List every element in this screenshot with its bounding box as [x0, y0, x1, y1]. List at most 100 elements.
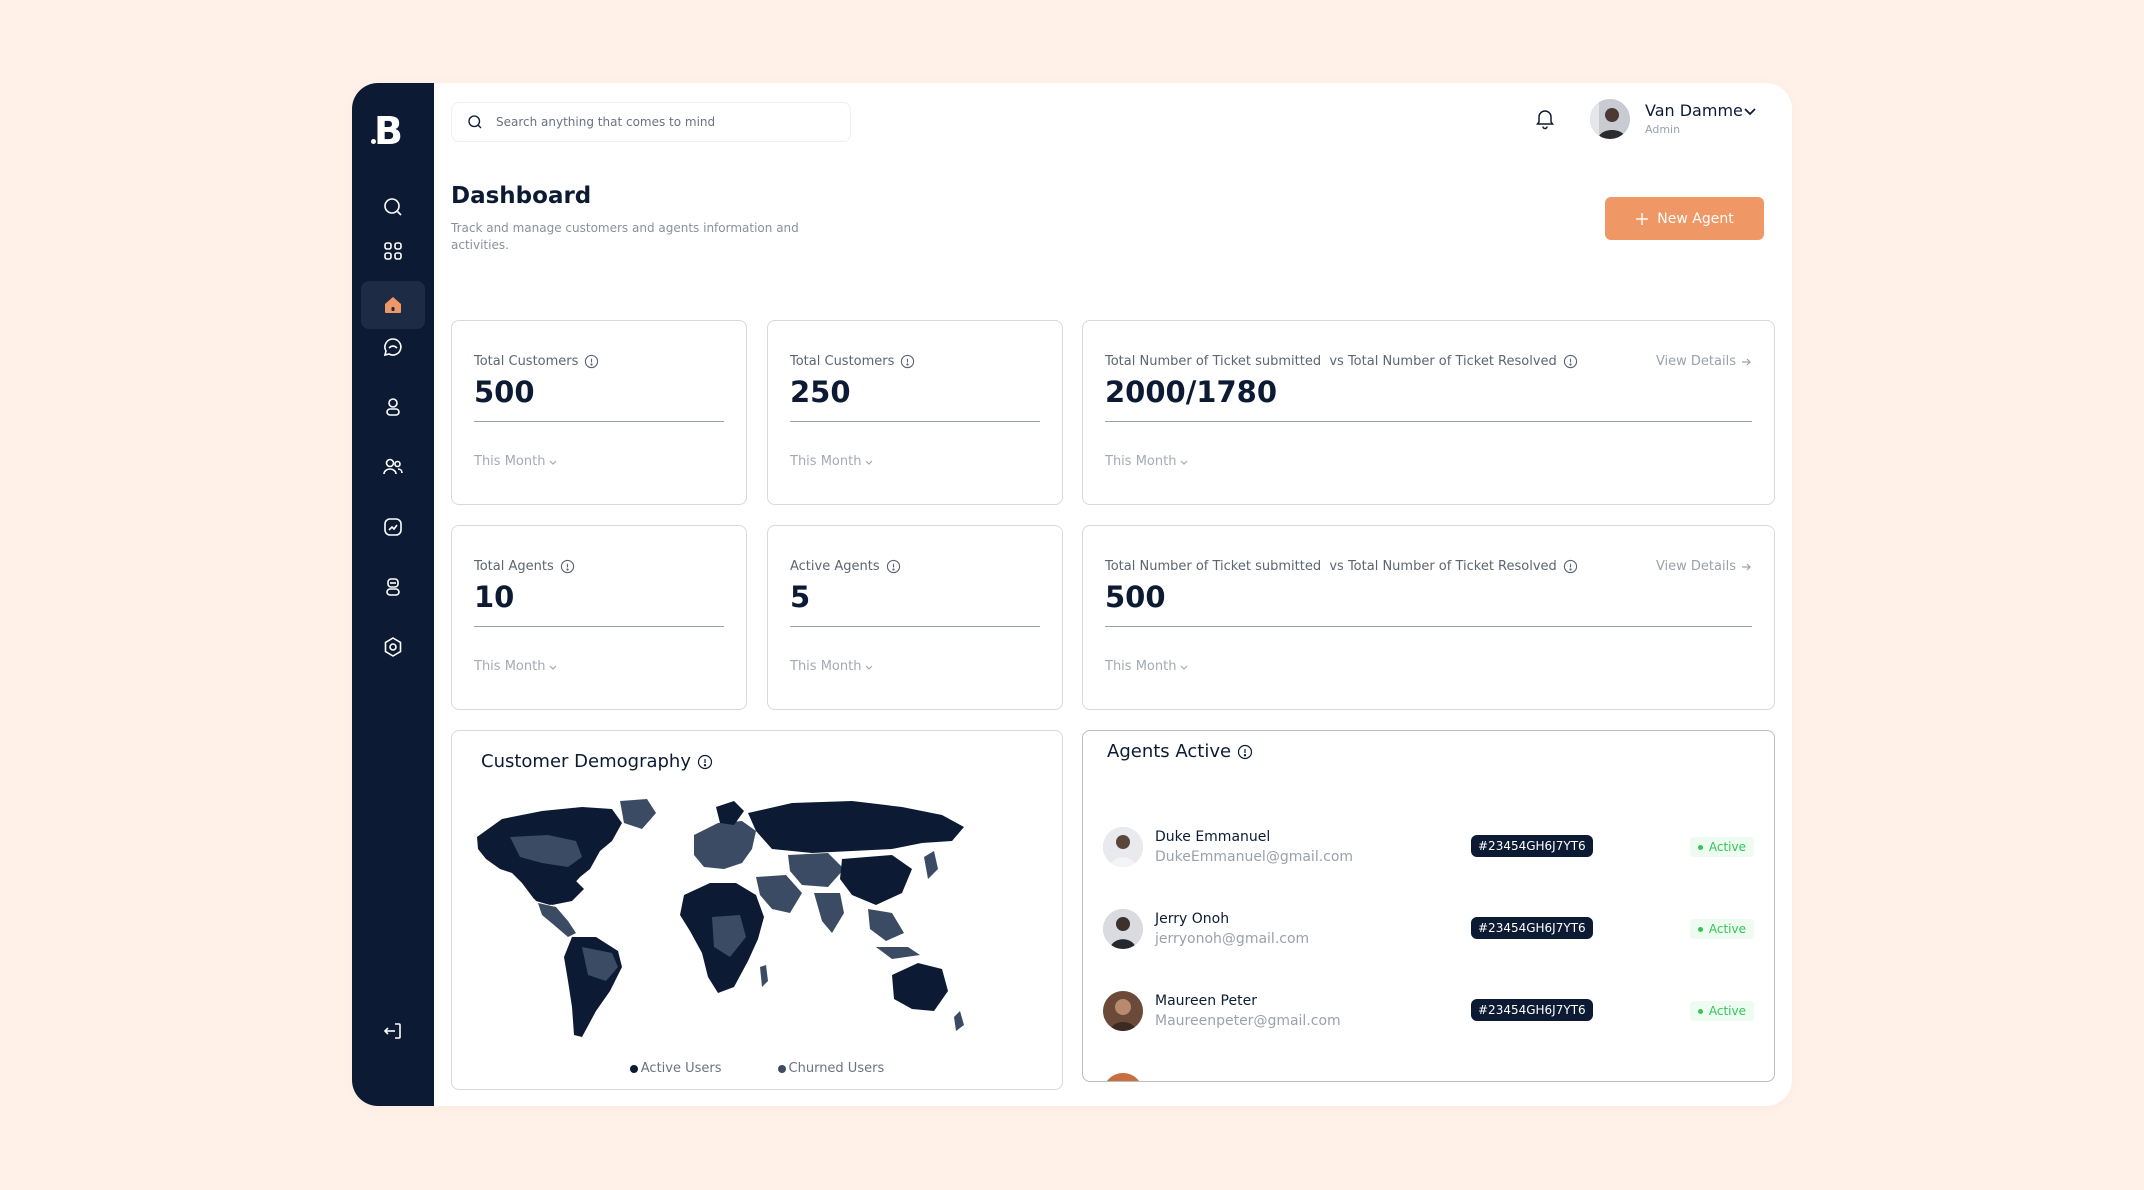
- map-region-middle-east[interactable]: [756, 875, 802, 913]
- stat-value: 2000/1780: [1105, 375, 1278, 409]
- user-avatar[interactable]: [1590, 99, 1630, 139]
- agent-row-partial[interactable]: [1103, 1067, 1754, 1081]
- legend-item-churned[interactable]: Churned Users: [777, 1061, 884, 1076]
- sidebar-item-customer[interactable]: [361, 383, 425, 431]
- period-dropdown[interactable]: This Month: [790, 454, 874, 469]
- avatar-photo-icon: [1103, 827, 1143, 867]
- legend-label: Active Users: [640, 1061, 722, 1076]
- stat-value: 500: [474, 375, 535, 409]
- sidebar-item-search[interactable]: [361, 183, 425, 231]
- sidebar-item-home[interactable]: [361, 281, 425, 329]
- info-icon[interactable]: [900, 354, 915, 369]
- agent-name: Duke Emmanuel: [1155, 829, 1271, 845]
- info-icon[interactable]: [560, 559, 575, 574]
- search-input[interactable]: [494, 114, 838, 130]
- brand-logo[interactable]: B: [371, 109, 414, 153]
- stat-divider: [474, 626, 724, 627]
- sidebar-item-settings[interactable]: [361, 623, 425, 671]
- sidebar-item-messages[interactable]: [361, 323, 425, 371]
- info-icon[interactable]: [1563, 559, 1578, 574]
- map-region-usa[interactable]: [522, 881, 584, 905]
- chevron-down-icon: [550, 665, 557, 670]
- map-region-indonesia[interactable]: [876, 947, 920, 959]
- sidebar-item-analytics[interactable]: [361, 503, 425, 551]
- stat-label: Total Customers: [790, 354, 895, 369]
- agent-row[interactable]: Jerry Onoh jerryonoh@gmail.com #23454GH6…: [1103, 903, 1754, 963]
- view-details-link[interactable]: View Details: [1656, 354, 1752, 369]
- map-region-australia[interactable]: [892, 963, 948, 1011]
- page-title: Dashboard: [451, 183, 592, 209]
- sidebar-item-apps[interactable]: [361, 227, 425, 275]
- map-region-russia[interactable]: [748, 801, 964, 853]
- period-dropdown[interactable]: This Month: [1105, 454, 1189, 469]
- map-region-southeast-asia[interactable]: [868, 909, 904, 941]
- chevron-down-icon[interactable]: [1742, 103, 1758, 119]
- logo-dot: [371, 139, 376, 144]
- stat-value: 10: [474, 580, 515, 614]
- chevron-down-icon: [1181, 665, 1188, 670]
- agents-title: Agents Active: [1107, 741, 1232, 762]
- map-region-central-asia[interactable]: [788, 853, 844, 887]
- avatar-photo-icon: [1103, 991, 1143, 1031]
- stat-card-tickets: Total Number of Ticket submitted vs Tota…: [1082, 320, 1775, 505]
- stat-label-wrap: Total Customers: [474, 354, 599, 369]
- view-details-label: View Details: [1655, 354, 1736, 369]
- legend-item-active[interactable]: Active Users: [629, 1061, 722, 1076]
- agent-avatar: [1103, 909, 1143, 949]
- chevron-down-icon: [1181, 460, 1188, 465]
- world-map[interactable]: [472, 797, 967, 1047]
- map-region-greenland[interactable]: [620, 799, 656, 829]
- new-agent-label: New Agent: [1657, 210, 1734, 227]
- agent-id-badge: #23454GH6J7YT6: [1471, 999, 1593, 1021]
- period-label: This Month: [790, 659, 862, 674]
- stat-label-wrap: Total Number of Ticket submitted vs Tota…: [1105, 354, 1578, 369]
- info-icon[interactable]: [697, 754, 713, 770]
- map-region-japan[interactable]: [924, 851, 938, 879]
- stat-label: Total Customers: [474, 354, 579, 369]
- map-region-india[interactable]: [814, 893, 844, 933]
- info-icon[interactable]: [1237, 744, 1253, 760]
- sidebar-item-agents[interactable]: [361, 563, 425, 611]
- map-region-europe[interactable]: [694, 821, 756, 869]
- map-region-madagascar[interactable]: [760, 965, 768, 987]
- status-badge: Active: [1689, 1001, 1754, 1021]
- map-region-new-zealand[interactable]: [954, 1011, 964, 1031]
- arrow-right-icon: [1742, 563, 1751, 570]
- sidebar-logout[interactable]: [361, 1007, 425, 1055]
- logo-letter: B: [374, 109, 403, 153]
- info-icon[interactable]: [886, 559, 901, 574]
- sidebar: B: [352, 83, 434, 1106]
- stat-value: 5: [790, 580, 811, 614]
- info-icon[interactable]: [1563, 354, 1578, 369]
- arrow-right-icon: [1742, 358, 1751, 365]
- user-name[interactable]: Van Damme: [1645, 101, 1743, 120]
- period-dropdown[interactable]: This Month: [790, 659, 874, 674]
- period-dropdown[interactable]: This Month: [474, 454, 558, 469]
- map-region-china[interactable]: [840, 855, 912, 905]
- search-bar[interactable]: [451, 102, 851, 142]
- view-details-link[interactable]: View Details: [1656, 559, 1752, 574]
- avatar-photo-icon: [1103, 1073, 1143, 1081]
- avatar-photo-icon: [1103, 909, 1143, 949]
- stat-label-wrap: Total Agents: [474, 559, 575, 574]
- period-dropdown[interactable]: This Month: [474, 659, 558, 674]
- stat-label: Active Agents: [790, 559, 880, 574]
- agent-avatar: [1103, 1073, 1143, 1081]
- agent-email: Maureenpeter@gmail.com: [1155, 1013, 1341, 1029]
- period-label: This Month: [1105, 659, 1177, 674]
- period-label: This Month: [1105, 454, 1177, 469]
- period-dropdown[interactable]: This Month: [1105, 659, 1189, 674]
- bell-icon[interactable]: [1533, 106, 1557, 130]
- view-details-label: View Details: [1655, 559, 1736, 574]
- agent-row[interactable]: Maureen Peter Maureenpeter@gmail.com #23…: [1103, 985, 1754, 1045]
- agent-name: Jerry Onoh: [1155, 911, 1230, 927]
- map-region-central-america[interactable]: [538, 903, 576, 937]
- home-icon: [385, 297, 401, 313]
- sidebar-item-users[interactable]: [361, 443, 425, 491]
- agent-row[interactable]: Duke Emmanuel DukeEmmanuel@gmail.com #23…: [1103, 821, 1754, 881]
- info-icon[interactable]: [584, 354, 599, 369]
- status-label: Active: [1708, 922, 1746, 936]
- customer-demography-card: Customer Demography Active Users Churned…: [451, 730, 1063, 1090]
- new-agent-button[interactable]: New Agent: [1605, 197, 1764, 240]
- agent-avatar: [1103, 991, 1143, 1031]
